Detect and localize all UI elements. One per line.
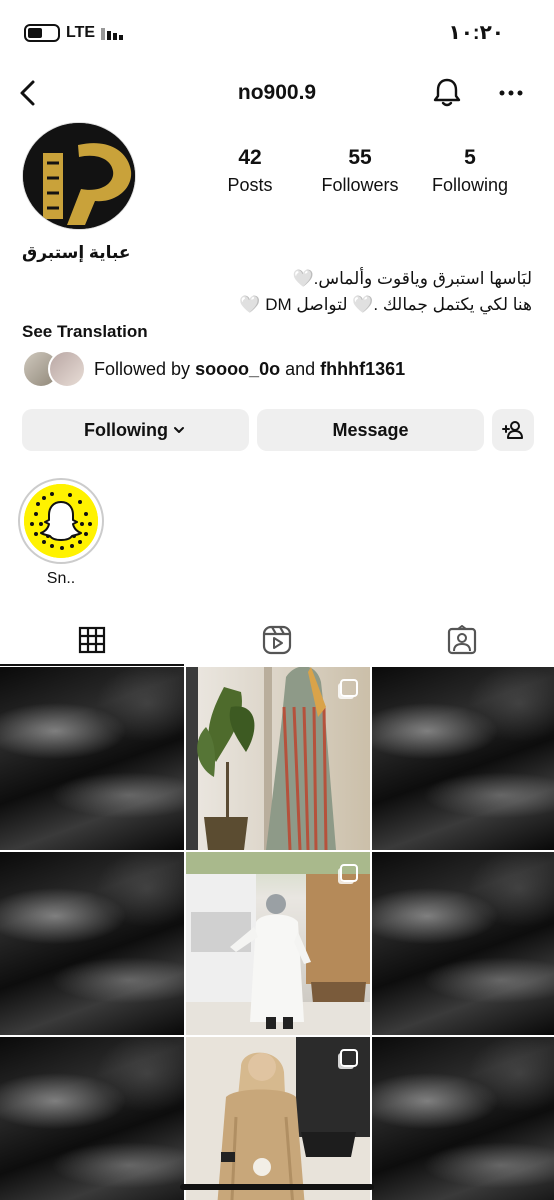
tab-reels[interactable] [185, 614, 370, 666]
bio-name: عباية إستبرق [22, 243, 131, 262]
profile-actions: Following Message [22, 409, 534, 451]
mutual-avatars [22, 350, 88, 388]
highlight-ring [18, 478, 104, 564]
following-count: 5 [464, 146, 476, 169]
message-button[interactable]: Message [257, 409, 484, 451]
more-options-icon[interactable] [496, 78, 526, 108]
tagged-icon [447, 625, 476, 655]
snapchat-ghost-icon [24, 484, 98, 558]
profile-avatar[interactable] [22, 122, 136, 230]
post-thumbnail[interactable] [372, 1037, 554, 1200]
posts-grid [0, 667, 554, 1200]
chevron-down-icon [173, 427, 184, 433]
snapcode-image [24, 484, 98, 558]
carousel-icon [340, 679, 358, 697]
bio-line-2: هنا لكي يكتمل جمالك .🤍 لتواصل DM 🤍 [239, 295, 532, 314]
message-button-label: Message [332, 419, 409, 440]
carousel-icon [340, 1049, 358, 1067]
status-time: ١٠:٢٠ [448, 22, 505, 44]
add-person-icon [502, 421, 523, 439]
suggest-people-button[interactable] [492, 409, 534, 451]
followed-by-text: Followed by soooo_0o and fhhhf1361 [94, 359, 405, 380]
status-bar: LTE ١٠:٢٠ [0, 0, 554, 66]
home-indicator[interactable] [180, 1184, 374, 1190]
post-thumbnail[interactable] [186, 667, 370, 850]
logo-mark [23, 123, 135, 229]
followers-label: Followers [321, 175, 399, 195]
mutual-user-1: soooo_0o [195, 358, 281, 379]
post-thumbnail[interactable] [372, 852, 554, 1035]
story-highlight[interactable]: Sn.. [18, 478, 104, 588]
following-label: Following [431, 175, 509, 195]
carousel-icon [340, 864, 358, 882]
username-title: no900.9 [237, 81, 317, 104]
followed-by[interactable]: Followed by soooo_0o and fhhhf1361 [22, 350, 405, 388]
mutual-user-2: fhhhf1361 [320, 358, 406, 379]
followers-count: 55 [348, 146, 372, 169]
profile-stats: 42 Posts 55 Followers 5 Following [195, 146, 525, 196]
post-thumbnail[interactable] [372, 667, 554, 850]
highlight-label: Sn.. [46, 570, 76, 587]
post-thumbnail[interactable] [0, 667, 184, 850]
signal-icon [101, 26, 124, 40]
reels-icon [262, 625, 292, 655]
followed-by-prefix: Followed by [94, 358, 191, 379]
followed-by-and: and [285, 358, 316, 379]
tab-posts-grid[interactable] [0, 614, 185, 666]
bell-icon[interactable] [430, 76, 464, 110]
following-button[interactable]: Following [22, 409, 249, 451]
following-stat[interactable]: 5 Following [415, 146, 525, 196]
grid-icon [79, 626, 106, 654]
network-type: LTE [66, 24, 96, 41]
active-tab-indicator [0, 664, 184, 666]
post-thumbnail[interactable] [0, 852, 184, 1035]
followers-stat[interactable]: 55 Followers [305, 146, 415, 196]
profile-header: no900.9 [0, 70, 554, 120]
tab-tagged[interactable] [369, 614, 554, 666]
battery-icon [24, 24, 60, 42]
posts-stat[interactable]: 42 Posts [195, 146, 305, 196]
posts-label: Posts [227, 175, 273, 195]
profile-bio: عباية إستبرق لبَاسها استبرق وياقوت وألما… [22, 240, 532, 345]
status-left: LTE [24, 24, 124, 42]
posts-count: 42 [238, 146, 262, 169]
post-thumbnail[interactable] [186, 852, 370, 1035]
following-button-label: Following [84, 419, 168, 440]
mutual-avatar [48, 350, 86, 388]
see-translation-link[interactable]: See Translation [22, 319, 532, 345]
profile-tabs [0, 614, 554, 666]
post-thumbnail[interactable] [186, 1037, 370, 1200]
post-thumbnail[interactable] [0, 1037, 184, 1200]
bio-line-1: لبَاسها استبرق وياقوت وألماس.🤍 [292, 269, 532, 288]
